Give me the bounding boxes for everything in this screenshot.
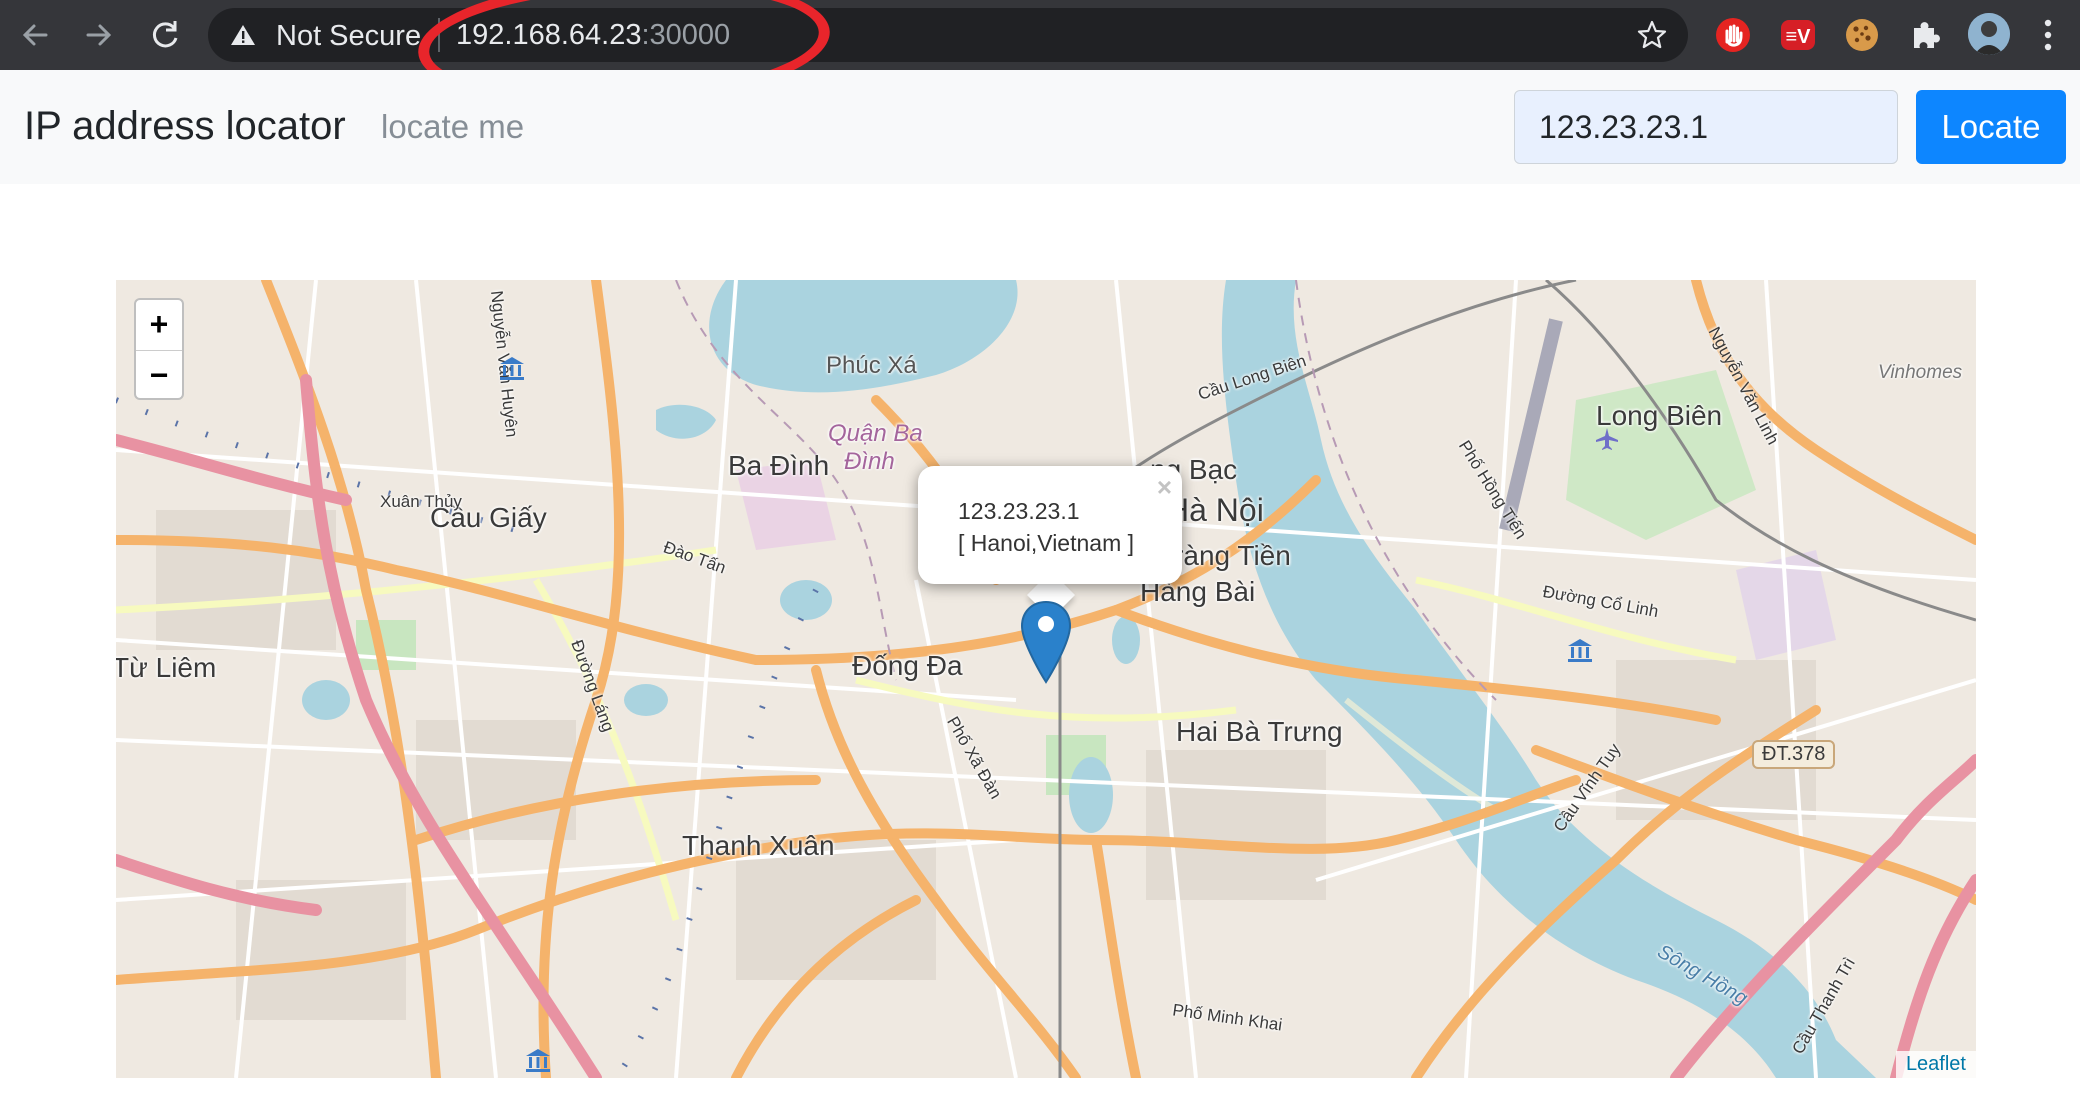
map-label-vinhomes: Vinhomes bbox=[1878, 362, 1963, 383]
svg-text:≡V: ≡V bbox=[1785, 26, 1811, 48]
profile-avatar[interactable] bbox=[1968, 13, 2010, 55]
omnibox-divider bbox=[438, 18, 440, 52]
map-label-dinh: Đình bbox=[844, 448, 895, 475]
airport-icon bbox=[1596, 428, 1618, 450]
map-label-tu-liem: Từ Liêm bbox=[116, 652, 217, 683]
map-label-thanh-xuan: Thanh Xuân bbox=[682, 830, 835, 861]
locate-button[interactable]: Locate bbox=[1916, 90, 2066, 164]
popup-close-button[interactable]: × bbox=[1157, 472, 1172, 503]
url-text[interactable]: 192.168.64.23:30000 bbox=[456, 19, 730, 52]
map-label-xuan-thuy: Xuân Thủy bbox=[380, 492, 462, 511]
reload-icon[interactable] bbox=[144, 14, 186, 56]
map-label-phuc-xa: Phúc Xá bbox=[826, 352, 917, 379]
map-label-ba-dinh: Ba Đình bbox=[728, 450, 830, 481]
map-label-dt378: ĐT.378 bbox=[1752, 740, 1836, 769]
browser-toolbar: Not Secure 192.168.64.23:30000 ≡V bbox=[0, 0, 2080, 70]
popup-location-text: [ Hanoi,Vietnam ] bbox=[958, 530, 1135, 556]
zoom-out-button[interactable]: − bbox=[136, 351, 182, 401]
map-container[interactable]: Ba Đình Phúc Xá Quận Ba Đình ng Bạc Hà N… bbox=[116, 280, 1976, 1078]
more-menu-icon[interactable] bbox=[2042, 16, 2054, 54]
map-label-hai-ba-trung: Hai Bà Trưng bbox=[1176, 716, 1343, 747]
url-port: :30000 bbox=[641, 19, 731, 51]
ip-address-input[interactable] bbox=[1514, 90, 1898, 164]
back-arrow-icon[interactable] bbox=[14, 14, 56, 56]
museum-icon bbox=[500, 357, 524, 380]
hand-stop-extension-icon[interactable] bbox=[1714, 16, 1752, 54]
app-brand[interactable]: IP address locator bbox=[24, 104, 346, 149]
url-host: 192.168.64.23 bbox=[456, 19, 642, 51]
map-label-quan-ba-dinh: Quận Ba bbox=[828, 420, 923, 447]
map-label-dong-da: Đống Đa bbox=[852, 650, 963, 681]
cookie-extension-icon[interactable] bbox=[1843, 16, 1881, 54]
forward-arrow-icon[interactable] bbox=[78, 14, 120, 56]
locate-me-link[interactable]: locate me bbox=[381, 108, 524, 146]
location-popup: × 123.23.23.1 [ Hanoi,Vietnam ] bbox=[918, 466, 1182, 584]
location-marker-icon[interactable] bbox=[1020, 600, 1072, 684]
security-label[interactable]: Not Secure bbox=[276, 20, 421, 53]
address-bar[interactable]: Not Secure 192.168.64.23:30000 bbox=[208, 8, 1688, 62]
museum-icon bbox=[1568, 639, 1592, 662]
bookmark-star-icon[interactable] bbox=[1636, 19, 1668, 51]
ev-extension-icon[interactable]: ≡V bbox=[1779, 16, 1817, 54]
app-navbar: IP address locator locate me Locate bbox=[0, 70, 2080, 184]
popup-ip-text: 123.23.23.1 bbox=[958, 498, 1080, 524]
museum-icon bbox=[526, 1049, 550, 1072]
zoom-in-button[interactable]: + bbox=[136, 300, 182, 351]
leaflet-attribution-link[interactable]: Leaflet bbox=[1895, 1051, 1976, 1078]
puzzle-extensions-icon[interactable] bbox=[1906, 16, 1944, 54]
warning-icon bbox=[231, 25, 255, 45]
zoom-control: + − bbox=[134, 298, 184, 400]
